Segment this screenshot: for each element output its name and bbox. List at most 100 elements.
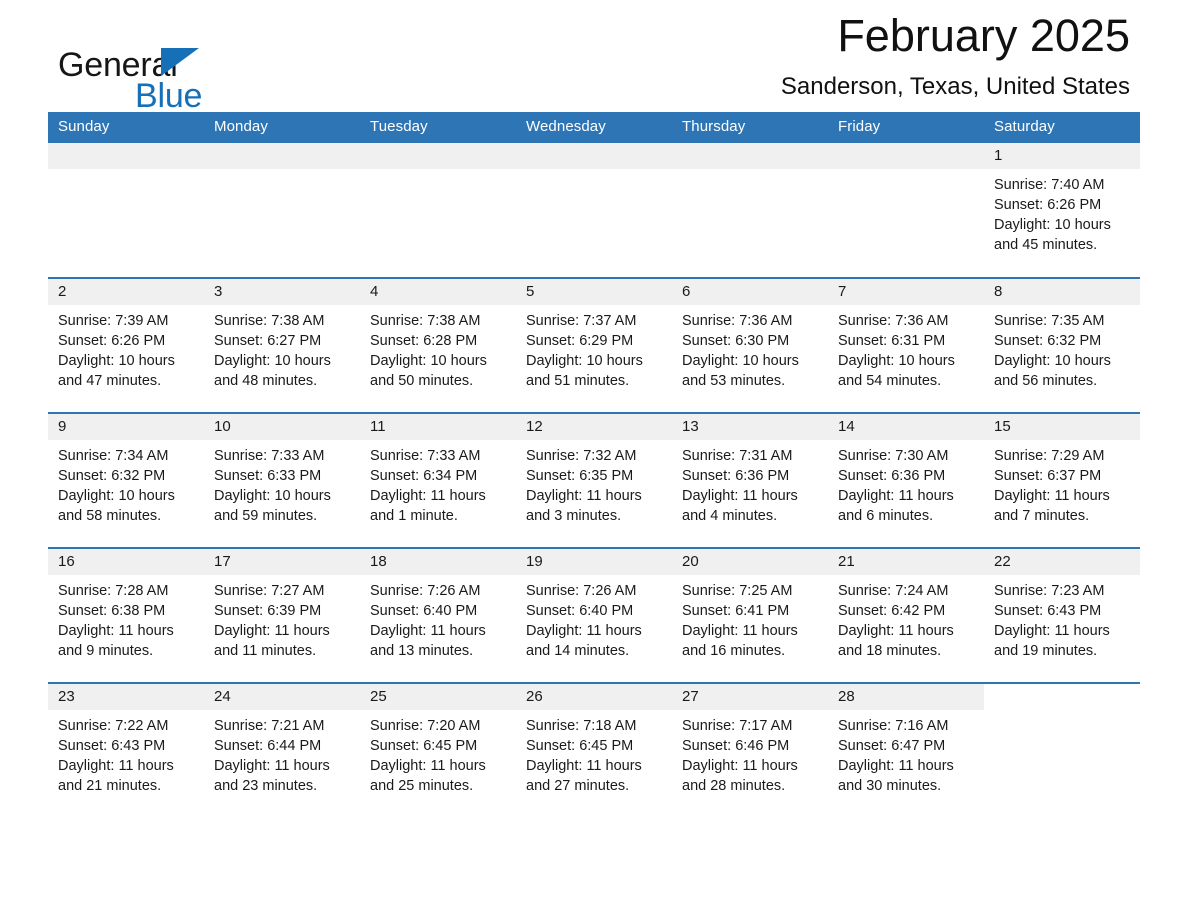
calendar-week-row: 2 Sunrise: 7:39 AM Sunset: 6:26 PM Daylight… (48, 277, 1140, 413)
daylight-text-line2: and 54 minutes. (838, 373, 942, 389)
general-blue-logo[interactable]: General Blue (58, 46, 318, 118)
day-details: Sunrise: 7:27 AM Sunset: 6:39 PM Daylight:… (204, 575, 360, 661)
sunrise-text: Sunrise: 7:32 AM (526, 448, 637, 464)
calendar-page: General Blue February 2025 Sanderson, Te… (0, 0, 1188, 918)
sunrise-sunset-calendar: Sunday Monday Tuesday Wednesday Thursday… (48, 112, 1140, 818)
calendar-day-cell[interactable]: 18 Sunrise: 7:26 AM Sunset: 6:40 PM Dayligh… (360, 547, 516, 683)
sunset-text: Sunset: 6:27 PM (214, 333, 322, 349)
day-number: 13 (672, 414, 828, 440)
calendar-day-cell[interactable]: 9 Sunrise: 7:34 AM Sunset: 6:32 PM Daylight… (48, 412, 204, 548)
day-number: 16 (48, 549, 204, 575)
location-subtitle: Sanderson, Texas, United States (780, 73, 1130, 100)
daylight-text-line1: Daylight: 10 hours (526, 353, 643, 369)
sunset-text: Sunset: 6:42 PM (838, 603, 946, 619)
calendar-day-cell[interactable]: 4 Sunrise: 7:38 AM Sunset: 6:28 PM Daylight… (360, 277, 516, 413)
sunrise-text: Sunrise: 7:24 AM (838, 583, 949, 599)
weekday-header-friday: Friday (828, 112, 984, 143)
calendar-day-cell[interactable]: 25 Sunrise: 7:20 AM Sunset: 6:45 PM Dayligh… (360, 682, 516, 818)
day-details: Sunrise: 7:32 AM Sunset: 6:35 PM Daylight:… (516, 440, 672, 526)
daylight-text-line2: and 27 minutes. (526, 778, 630, 794)
calendar-day-cell[interactable]: 2 Sunrise: 7:39 AM Sunset: 6:26 PM Daylight… (48, 277, 204, 413)
daylight-text-line1: Daylight: 11 hours (838, 758, 954, 774)
calendar-day-cell[interactable]: 20 Sunrise: 7:25 AM Sunset: 6:41 PM Dayligh… (672, 547, 828, 683)
daylight-text-line1: Daylight: 11 hours (838, 488, 954, 504)
sunrise-text: Sunrise: 7:35 AM (994, 313, 1105, 329)
calendar-day-cell[interactable]: 21 Sunrise: 7:24 AM Sunset: 6:42 PM Dayligh… (828, 547, 984, 683)
sunset-text: Sunset: 6:43 PM (994, 603, 1102, 619)
calendar-day-cell[interactable]: 12 Sunrise: 7:32 AM Sunset: 6:35 PM Dayligh… (516, 412, 672, 548)
day-details: Sunrise: 7:22 AM Sunset: 6:43 PM Daylight:… (48, 710, 204, 796)
calendar-day-cell[interactable]: 22 Sunrise: 7:23 AM Sunset: 6:43 PM Dayligh… (984, 547, 1140, 683)
day-number: 28 (828, 684, 984, 710)
sunrise-text: Sunrise: 7:37 AM (526, 313, 637, 329)
sunset-text: Sunset: 6:26 PM (994, 197, 1102, 213)
day-details: Sunrise: 7:40 AM Sunset: 6:26 PM Daylight:… (984, 169, 1140, 255)
sunrise-text: Sunrise: 7:39 AM (58, 313, 169, 329)
day-details: Sunrise: 7:38 AM Sunset: 6:27 PM Daylight:… (204, 305, 360, 391)
sunset-text: Sunset: 6:43 PM (58, 738, 166, 754)
calendar-day-cell[interactable]: 24 Sunrise: 7:21 AM Sunset: 6:44 PM Dayligh… (204, 682, 360, 818)
calendar-day-cell[interactable]: 27 Sunrise: 7:17 AM Sunset: 6:46 PM Dayligh… (672, 682, 828, 818)
daylight-text-line1: Daylight: 11 hours (370, 758, 486, 774)
daylight-text-line1: Daylight: 10 hours (214, 353, 331, 369)
daylight-text-line2: and 53 minutes. (682, 373, 786, 389)
page-title: February 2025 (837, 10, 1130, 61)
sunrise-text: Sunrise: 7:26 AM (370, 583, 481, 599)
calendar-day-cell[interactable]: 26 Sunrise: 7:18 AM Sunset: 6:45 PM Dayligh… (516, 682, 672, 818)
daylight-text-line1: Daylight: 10 hours (994, 217, 1111, 233)
day-details: Sunrise: 7:25 AM Sunset: 6:41 PM Daylight:… (672, 575, 828, 661)
daylight-text-line2: and 7 minutes. (994, 508, 1090, 524)
calendar-day-cell[interactable]: 10 Sunrise: 7:33 AM Sunset: 6:33 PM Dayligh… (204, 412, 360, 548)
calendar-day-cell[interactable]: 19 Sunrise: 7:26 AM Sunset: 6:40 PM Dayligh… (516, 547, 672, 683)
day-number: 5 (516, 279, 672, 305)
calendar-day-cell[interactable]: 17 Sunrise: 7:27 AM Sunset: 6:39 PM Dayligh… (204, 547, 360, 683)
sunrise-text: Sunrise: 7:23 AM (994, 583, 1105, 599)
calendar-day-cell[interactable]: 13 Sunrise: 7:31 AM Sunset: 6:36 PM Dayligh… (672, 412, 828, 548)
calendar-day-cell[interactable]: 11 Sunrise: 7:33 AM Sunset: 6:34 PM Dayligh… (360, 412, 516, 548)
day-details: Sunrise: 7:21 AM Sunset: 6:44 PM Daylight:… (204, 710, 360, 796)
calendar-day-cell[interactable]: 1 Sunrise: 7:40 AM Sunset: 6:26 PM Daylight… (984, 143, 1140, 278)
day-details: Sunrise: 7:16 AM Sunset: 6:47 PM Daylight:… (828, 710, 984, 796)
calendar-day-cell[interactable]: 3 Sunrise: 7:38 AM Sunset: 6:27 PM Daylight… (204, 277, 360, 413)
calendar-day-cell[interactable]: 6 Sunrise: 7:36 AM Sunset: 6:30 PM Daylight… (672, 277, 828, 413)
calendar-day-cell-empty (48, 143, 204, 278)
sunset-text: Sunset: 6:41 PM (682, 603, 790, 619)
sunrise-text: Sunrise: 7:30 AM (838, 448, 949, 464)
day-number (360, 143, 516, 169)
daylight-text-line2: and 58 minutes. (58, 508, 162, 524)
calendar-day-cell[interactable]: 23 Sunrise: 7:22 AM Sunset: 6:43 PM Dayligh… (48, 682, 204, 818)
day-details: Sunrise: 7:29 AM Sunset: 6:37 PM Daylight:… (984, 440, 1140, 526)
sunset-text: Sunset: 6:29 PM (526, 333, 634, 349)
sunrise-text: Sunrise: 7:17 AM (682, 718, 793, 734)
calendar-week-row: 9 Sunrise: 7:34 AM Sunset: 6:32 PM Daylight… (48, 412, 1140, 548)
calendar-day-cell[interactable]: 5 Sunrise: 7:37 AM Sunset: 6:29 PM Daylight… (516, 277, 672, 413)
sunset-text: Sunset: 6:34 PM (370, 468, 478, 484)
sunset-text: Sunset: 6:28 PM (370, 333, 478, 349)
day-details: Sunrise: 7:26 AM Sunset: 6:40 PM Daylight:… (516, 575, 672, 661)
day-details: Sunrise: 7:28 AM Sunset: 6:38 PM Daylight:… (48, 575, 204, 661)
daylight-text-line2: and 28 minutes. (682, 778, 786, 794)
day-number: 9 (48, 414, 204, 440)
calendar-week-row: 1 Sunrise: 7:40 AM Sunset: 6:26 PM Daylight… (48, 143, 1140, 278)
calendar-day-cell[interactable]: 28 Sunrise: 7:16 AM Sunset: 6:47 PM Dayligh… (828, 682, 984, 818)
sunrise-text: Sunrise: 7:28 AM (58, 583, 169, 599)
day-details: Sunrise: 7:20 AM Sunset: 6:45 PM Daylight:… (360, 710, 516, 796)
sunset-text: Sunset: 6:33 PM (214, 468, 322, 484)
daylight-text-line2: and 23 minutes. (214, 778, 318, 794)
daylight-text-line1: Daylight: 10 hours (58, 353, 175, 369)
day-number: 21 (828, 549, 984, 575)
calendar-day-cell[interactable]: 8 Sunrise: 7:35 AM Sunset: 6:32 PM Daylight… (984, 277, 1140, 413)
daylight-text-line1: Daylight: 10 hours (370, 353, 487, 369)
sunrise-text: Sunrise: 7:29 AM (994, 448, 1105, 464)
sunset-text: Sunset: 6:36 PM (838, 468, 946, 484)
triangle-icon (161, 48, 199, 76)
calendar-day-cell[interactable]: 16 Sunrise: 7:28 AM Sunset: 6:38 PM Dayligh… (48, 547, 204, 683)
daylight-text-line2: and 9 minutes. (58, 643, 154, 659)
sunrise-text: Sunrise: 7:34 AM (58, 448, 169, 464)
calendar-day-cell[interactable]: 14 Sunrise: 7:30 AM Sunset: 6:36 PM Dayligh… (828, 412, 984, 548)
daylight-text-line1: Daylight: 11 hours (370, 488, 486, 504)
calendar-day-cell[interactable]: 7 Sunrise: 7:36 AM Sunset: 6:31 PM Daylight… (828, 277, 984, 413)
calendar-day-cell[interactable]: 15 Sunrise: 7:29 AM Sunset: 6:37 PM Dayligh… (984, 412, 1140, 548)
page-header: General Blue February 2025 Sanderson, Te… (48, 0, 1140, 115)
calendar-day-cell-empty (360, 143, 516, 278)
